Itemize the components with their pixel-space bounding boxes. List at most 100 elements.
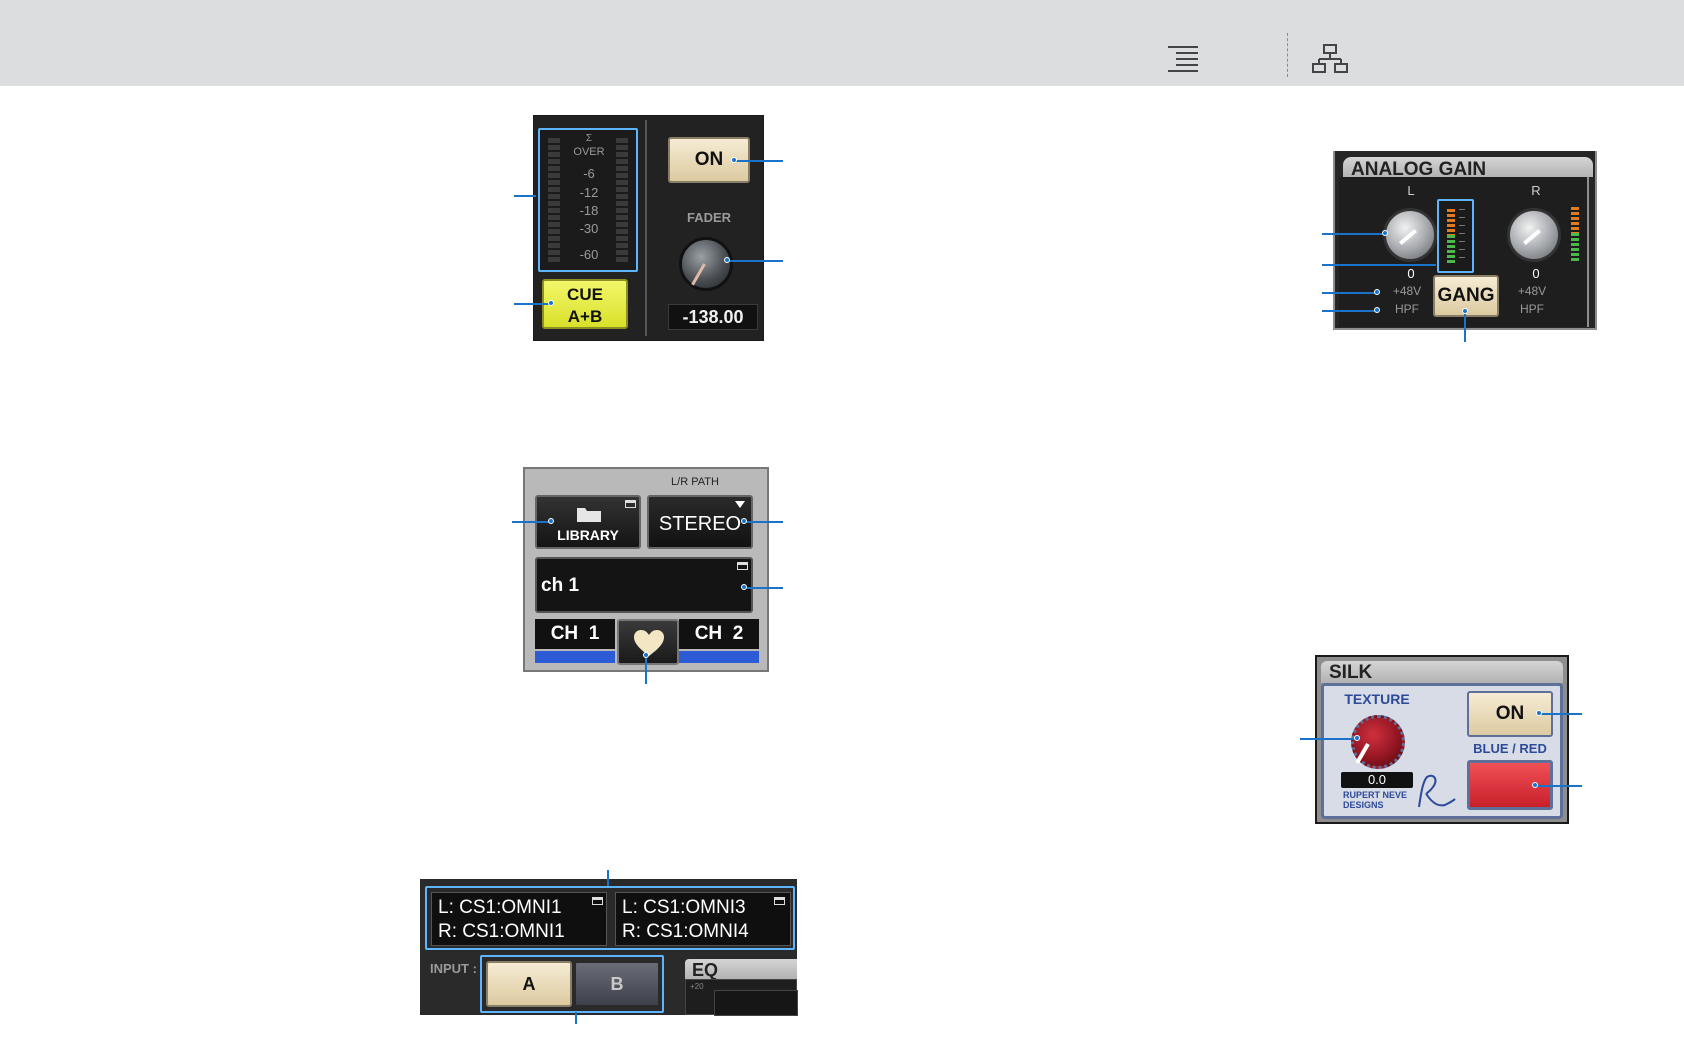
channel-left-label: CH 1 xyxy=(550,623,600,644)
callout-line-lr-path xyxy=(745,521,783,523)
channel-right-label: CH 2 xyxy=(694,623,744,644)
callout-dot-library xyxy=(548,518,554,524)
callout-dot-hpf xyxy=(1374,307,1380,313)
input-a-patch[interactable]: L: CS1:OMNI1 R: CS1:OMNI1 xyxy=(431,892,607,946)
callout-line-ab xyxy=(575,1012,577,1024)
heart-icon xyxy=(633,629,665,657)
texture-knob[interactable] xyxy=(1351,715,1405,769)
meter-scale-minus60: -60 xyxy=(579,247,599,262)
callout-dot-fader xyxy=(724,257,730,263)
meter-fader-panel: Σ OVER -6 -12 -18 -30 -60 CUE A+B ON FAD… xyxy=(533,115,764,341)
gain-left-label: L xyxy=(1407,183,1415,198)
brand-line1: RUPERT NEVE xyxy=(1343,790,1408,800)
gain-left-hpf[interactable]: HPF xyxy=(1387,302,1427,316)
channel-left-tab[interactable]: CH 1 xyxy=(535,619,615,649)
callout-line-blue-red xyxy=(1536,785,1582,787)
channel-name-panel: L/R PATH LIBRARY STEREO ch 1 CH 1 CH 2 xyxy=(523,467,769,672)
gain-left-knob-pointer xyxy=(1399,229,1417,245)
cue-button[interactable]: CUE A+B xyxy=(542,279,628,329)
callout-line-hpf xyxy=(1322,310,1378,312)
gain-right-meter-bar-green xyxy=(1571,233,1579,263)
brand-line2: DESIGNS xyxy=(1343,800,1384,810)
manual-page: Σ OVER -6 -12 -18 -30 -60 CUE A+B ON FAD… xyxy=(0,0,1684,1040)
meter-scale-minus30: -30 xyxy=(579,221,599,236)
callout-dot-gang xyxy=(1462,308,1468,314)
callout-line-gang xyxy=(1464,312,1466,342)
panel-divider xyxy=(645,120,647,336)
callout-dot-lr-path xyxy=(741,518,747,524)
level-meter: Σ OVER -6 -12 -18 -30 -60 xyxy=(538,128,638,272)
callout-dot-gain-knob xyxy=(1382,230,1388,236)
popup-window-icon xyxy=(774,897,785,905)
callout-dot-phantom xyxy=(1374,289,1380,295)
library-label: LIBRARY xyxy=(557,527,619,543)
fader-value: -138.00 xyxy=(668,304,758,330)
callout-dot-channel-name xyxy=(741,584,747,590)
gain-right-knob-pointer xyxy=(1523,229,1541,245)
gain-left-meter-ticks xyxy=(1459,209,1465,265)
cue-label-line2: A+B xyxy=(567,307,603,326)
callout-dot-on xyxy=(731,157,737,163)
top-toolbar xyxy=(0,0,1684,86)
lr-path-dropdown[interactable]: STEREO xyxy=(647,495,753,549)
input-patch-group: L: CS1:OMNI1 R: CS1:OMNI1 L: CS1:OMNI3 R… xyxy=(425,886,795,950)
input-select-group: A B xyxy=(480,955,664,1013)
channel-name-text: ch 1 xyxy=(541,575,580,596)
texture-value: 0.0 xyxy=(1341,772,1413,788)
callout-dot-heart xyxy=(643,652,649,658)
gain-left-value: 0 xyxy=(1407,266,1415,281)
gain-right-meter xyxy=(1569,207,1587,269)
input-a-line1: L: CS1:OMNI1 xyxy=(438,897,562,918)
texture-knob-pointer xyxy=(1355,743,1370,765)
channel-right-tab[interactable]: CH 2 xyxy=(679,619,759,649)
heart-button[interactable] xyxy=(617,619,679,665)
analog-gain-panel: ANALOG GAIN L R 0 0 +48V HPF +48V HPF GA… xyxy=(1333,151,1597,330)
callout-line-gain-knob xyxy=(1322,233,1386,235)
callout-line-cue xyxy=(514,303,552,305)
lr-path-label: L/R PATH xyxy=(671,476,719,488)
gain-right-value: 0 xyxy=(1532,266,1540,281)
popup-window-icon xyxy=(625,500,636,508)
gain-right-label: R xyxy=(1531,183,1541,198)
silk-title: SILK xyxy=(1329,662,1373,683)
gain-left-phantom[interactable]: +48V xyxy=(1387,284,1427,298)
eq-axis-label: +20 xyxy=(690,982,704,991)
meter-scale-sigma: Σ xyxy=(585,133,593,144)
input-b-line2: R: CS1:OMNI4 xyxy=(622,921,749,942)
gain-left-meter xyxy=(1437,199,1474,273)
callout-line-gain-meter xyxy=(1322,264,1436,266)
input-b-patch[interactable]: L: CS1:OMNI3 R: CS1:OMNI4 xyxy=(615,892,791,946)
callout-line-heart xyxy=(645,656,647,684)
callout-dot-blue-red xyxy=(1532,782,1538,788)
gain-left-knob[interactable] xyxy=(1383,208,1437,262)
popup-window-icon xyxy=(592,897,603,905)
callout-line-fader xyxy=(728,260,783,262)
fader-knob[interactable] xyxy=(679,237,733,291)
input-b-button[interactable]: B xyxy=(574,961,660,1007)
signature-logo xyxy=(1413,773,1457,813)
folder-icon xyxy=(576,505,602,523)
cue-label-line1: CUE xyxy=(567,285,603,304)
callout-line-library xyxy=(512,521,552,523)
input-b-line1: L: CS1:OMNI3 xyxy=(622,897,746,918)
meter-scale-minus18: -18 xyxy=(579,203,599,218)
texture-label: TEXTURE xyxy=(1344,691,1410,707)
callout-line-silk-on xyxy=(1540,713,1582,715)
callout-line-on xyxy=(735,160,783,162)
input-patch-panel: L: CS1:OMNI1 R: CS1:OMNI1 L: CS1:OMNI3 R… xyxy=(420,879,798,1016)
meter-bar-left xyxy=(548,138,560,262)
gain-right-hpf[interactable]: HPF xyxy=(1512,302,1552,316)
gain-right-phantom[interactable]: +48V xyxy=(1512,284,1552,298)
callout-line-phantom xyxy=(1322,292,1378,294)
gain-right-knob[interactable] xyxy=(1507,208,1561,262)
callout-line-patch xyxy=(607,870,609,886)
channel-name-field[interactable]: ch 1 xyxy=(535,557,753,613)
callout-line-meter xyxy=(514,195,536,197)
channel-left-color-bar xyxy=(535,651,615,663)
table-of-contents-icon[interactable] xyxy=(1166,44,1200,72)
channel-right-color-bar xyxy=(679,651,759,663)
hierarchy-icon[interactable] xyxy=(1312,44,1348,74)
input-a-line2: R: CS1:OMNI1 xyxy=(438,921,565,942)
input-a-button[interactable]: A xyxy=(486,961,572,1007)
callout-dot-texture xyxy=(1354,735,1360,741)
